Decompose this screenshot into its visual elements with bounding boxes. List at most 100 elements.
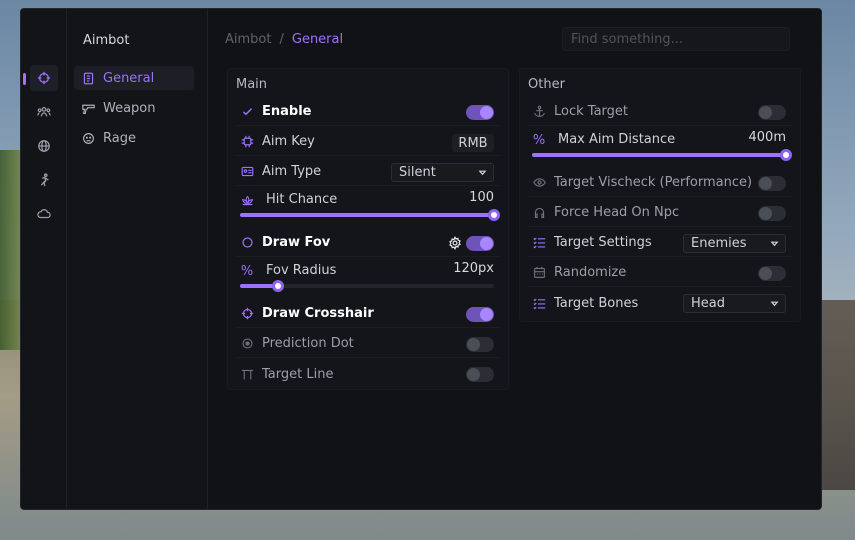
- max-aim-distance-label: Max Aim Distance: [558, 132, 676, 147]
- fov-radius-row: % Fov Radius 120px: [236, 259, 500, 292]
- chevron-down-icon: [770, 241, 779, 247]
- target-vischeck-label: Target Vischeck (Performance): [554, 175, 753, 190]
- target-vischeck-toggle[interactable]: [758, 176, 786, 191]
- crosshair-icon[interactable]: [30, 65, 58, 91]
- force-head-toggle[interactable]: [758, 206, 786, 221]
- aim-key-row: Aim Key RMB: [236, 128, 500, 156]
- hit-chance-value: 100: [469, 190, 494, 205]
- breadcrumb-separator: /: [279, 32, 284, 47]
- target-vischeck-row[interactable]: Target Vischeck (Performance): [528, 169, 792, 197]
- eye-icon: [532, 176, 546, 190]
- enable-toggle[interactable]: [466, 105, 494, 120]
- randomize-label: Randomize: [554, 265, 627, 280]
- target-line-row[interactable]: Target Line: [236, 360, 500, 388]
- aim-key-button[interactable]: RMB: [452, 134, 494, 152]
- draw-fov-toggle[interactable]: [466, 236, 494, 251]
- target-bones-value: Head: [691, 296, 725, 311]
- prediction-dot-label: Prediction Dot: [262, 336, 354, 351]
- target-bones-select[interactable]: Head: [683, 294, 786, 313]
- prediction-dot-row[interactable]: Prediction Dot: [236, 330, 500, 358]
- target-settings-value: Enemies: [691, 236, 747, 251]
- target-settings-select[interactable]: Enemies: [683, 234, 786, 253]
- headset-icon: [532, 206, 546, 220]
- nav-item-label: Weapon: [103, 100, 156, 116]
- gear-icon[interactable]: [448, 236, 462, 250]
- hit-chance-label: Hit Chance: [266, 192, 338, 207]
- randomize-toggle[interactable]: [758, 266, 786, 281]
- document-icon: [83, 72, 94, 84]
- list-check-icon: [532, 236, 546, 250]
- aim-type-select[interactable]: Silent: [391, 163, 494, 182]
- aim-type-label: Aim Type: [262, 164, 322, 179]
- chevron-down-icon: [770, 301, 779, 307]
- users-icon[interactable]: [30, 99, 58, 125]
- fov-radius-value: 120px: [453, 261, 494, 276]
- slider-thumb[interactable]: [488, 209, 500, 221]
- draw-fov-label: Draw Fov: [262, 235, 331, 250]
- slider-thumb[interactable]: [272, 280, 285, 292]
- target-bones-row: Target Bones Head: [528, 289, 792, 317]
- max-aim-distance-value: 400m: [748, 130, 786, 145]
- content-area: Aimbot / General Main Enable Aim Key RMB…: [208, 9, 821, 509]
- max-aim-distance-row: % Max Aim Distance 400m: [528, 128, 792, 161]
- target-bones-label: Target Bones: [554, 295, 639, 311]
- prediction-dot-toggle[interactable]: [466, 337, 494, 352]
- lock-target-label: Lock Target: [554, 104, 628, 119]
- face-icon: [83, 132, 94, 144]
- draw-crosshair-label: Draw Crosshair: [262, 306, 374, 321]
- aim-key-label: Aim Key: [262, 134, 315, 149]
- percent-icon: %: [532, 132, 546, 148]
- search-input[interactable]: [562, 27, 790, 51]
- cloud-icon[interactable]: [30, 201, 58, 227]
- draw-crosshair-row[interactable]: Draw Crosshair: [236, 300, 500, 328]
- calendar-icon: [532, 266, 546, 280]
- target-settings-label: Target Settings: [554, 235, 652, 250]
- nav-item-general[interactable]: General: [74, 66, 194, 90]
- hit-chance-slider[interactable]: [240, 209, 500, 221]
- target-settings-row: Target Settings Enemies: [528, 229, 792, 257]
- breadcrumb: Aimbot / General: [225, 32, 343, 47]
- slider-thumb[interactable]: [780, 149, 792, 161]
- nav-item-label: General: [103, 70, 155, 86]
- enable-row[interactable]: Enable: [236, 98, 500, 126]
- lock-target-toggle[interactable]: [758, 105, 786, 120]
- randomize-row[interactable]: Randomize: [528, 259, 792, 287]
- other-panel: Other Lock Target % Max Aim Distance 400…: [519, 68, 801, 322]
- lotus-icon: [240, 193, 254, 207]
- running-icon[interactable]: [30, 167, 58, 193]
- nav-item-weapon[interactable]: Weapon: [74, 96, 194, 120]
- target-line-toggle[interactable]: [466, 367, 494, 382]
- breadcrumb-parent[interactable]: Aimbot: [225, 32, 271, 47]
- lock-target-row[interactable]: Lock Target: [528, 98, 792, 126]
- nav-item-rage[interactable]: Rage: [74, 126, 194, 150]
- category-rail: [21, 9, 67, 509]
- line-icon: [240, 367, 254, 381]
- crosshair-icon: [240, 307, 254, 321]
- target-line-label: Target Line: [262, 366, 334, 382]
- aim-type-value: Silent: [399, 165, 436, 180]
- check-icon: [240, 105, 254, 119]
- fov-radius-slider[interactable]: [240, 280, 494, 292]
- globe-icon[interactable]: [30, 133, 58, 159]
- fov-radius-label: Fov Radius: [266, 263, 337, 278]
- menu-window: Aimbot General Weapon Rage Aimbot / Gene…: [20, 8, 822, 510]
- chevron-down-icon: [478, 170, 487, 176]
- draw-fov-row[interactable]: Draw Fov: [236, 229, 500, 257]
- force-head-label: Force Head On Npc: [554, 205, 680, 220]
- anchor-icon: [532, 105, 546, 119]
- chip-icon: [240, 135, 254, 149]
- max-aim-distance-slider[interactable]: [532, 149, 792, 161]
- list-check-icon: [532, 296, 546, 310]
- breadcrumb-current: General: [291, 32, 344, 47]
- gun-icon: [82, 104, 95, 114]
- main-panel: Main Enable Aim Key RMB Aim Type Silent: [227, 68, 509, 390]
- target-dot-icon: [240, 337, 254, 351]
- nav-item-label: Rage: [103, 130, 136, 146]
- draw-crosshair-toggle[interactable]: [466, 307, 494, 322]
- force-head-row[interactable]: Force Head On Npc: [528, 199, 792, 227]
- percent-icon: %: [240, 263, 254, 279]
- panel-title: Main: [236, 77, 268, 92]
- nav-title: Aimbot: [83, 33, 130, 48]
- circle-icon: [240, 236, 254, 250]
- sub-navigation: Aimbot General Weapon Rage: [67, 9, 208, 509]
